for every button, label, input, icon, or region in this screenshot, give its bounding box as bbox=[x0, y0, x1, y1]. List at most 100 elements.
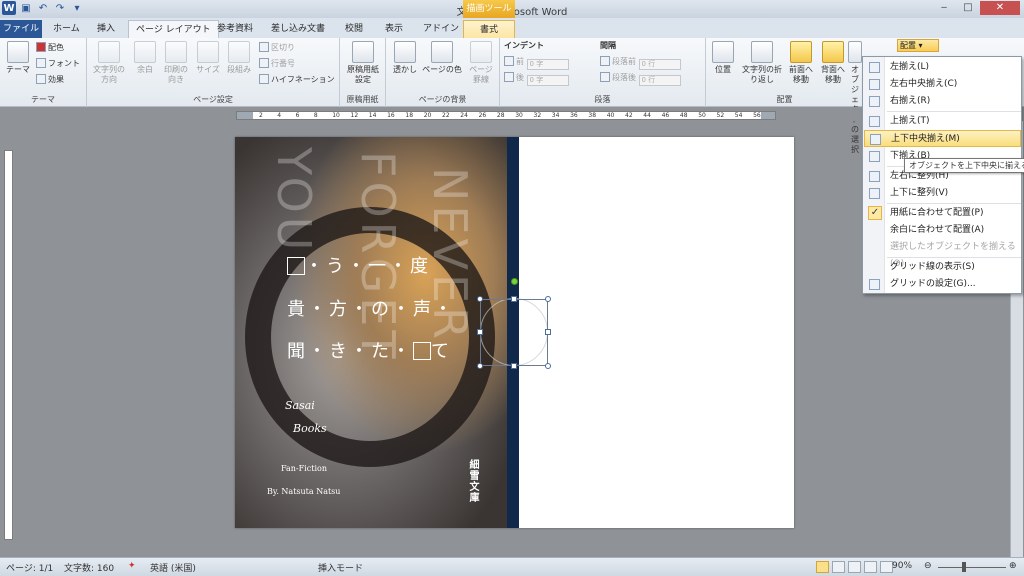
menu-align-to-page[interactable]: ✓ 用紙に合わせて配置(P) bbox=[864, 205, 1021, 222]
wrap-text-button[interactable]: 文字列の折り返し bbox=[740, 41, 784, 85]
outline-view-button[interactable] bbox=[864, 561, 877, 573]
horizontal-ruler[interactable]: 2 4 6 8 10 12 14 16 18 20 22 24 26 28 30 32 34 36 38 40 42 44… bbox=[236, 111, 776, 120]
proofing-icon[interactable]: ✦ bbox=[128, 561, 136, 571]
status-page[interactable]: ページ: 1/1 bbox=[6, 561, 53, 574]
ruler-number: 38 bbox=[588, 112, 597, 119]
align-top-icon bbox=[869, 116, 880, 127]
minimize-button[interactable]: ‒ bbox=[932, 1, 956, 15]
poem-line-2: 貴・方・の・声・ bbox=[287, 299, 455, 320]
selection-pane-icon bbox=[848, 41, 862, 63]
text-direction-button[interactable]: 文字列の方向 bbox=[91, 41, 127, 85]
page-borders-button[interactable]: ページ罫線 bbox=[466, 41, 496, 85]
manuscript-settings-button[interactable]: 原稿用紙設定 bbox=[344, 41, 382, 85]
menu-show-gridlines[interactable]: グリッド線の表示(S) bbox=[864, 259, 1021, 276]
tab-review[interactable]: 校閲 bbox=[338, 20, 370, 38]
theme-colors-button[interactable]: 配色 bbox=[36, 42, 64, 54]
menu-align-middle[interactable]: 上下中央揃え(M) bbox=[864, 130, 1021, 147]
tab-mailings[interactable]: 差し込み文書 bbox=[264, 20, 332, 38]
rotation-handle[interactable] bbox=[511, 278, 518, 285]
resize-handle-nw[interactable] bbox=[477, 296, 483, 302]
hyphenation-button[interactable]: ハイフネーション bbox=[259, 74, 335, 86]
ruler-right-margin[interactable] bbox=[761, 112, 775, 119]
watermark-button[interactable]: 透かし bbox=[390, 41, 420, 75]
tab-insert[interactable]: 挿入 bbox=[90, 20, 122, 38]
status-zoom[interactable]: 90% bbox=[892, 561, 912, 571]
breaks-button[interactable]: 区切り bbox=[259, 42, 295, 54]
resize-handle-se[interactable] bbox=[545, 363, 551, 369]
spacing-after-field[interactable]: 0 行 bbox=[638, 75, 681, 86]
status-language[interactable]: 英語 (米国) bbox=[150, 561, 196, 574]
grid-settings-icon bbox=[869, 279, 880, 290]
menu-distribute-vertical[interactable]: 上下に整列(V) bbox=[864, 185, 1021, 202]
resize-handle-n[interactable] bbox=[511, 296, 517, 302]
spacing-before-label: 段落前 bbox=[612, 57, 636, 66]
tab-view[interactable]: 表示 bbox=[378, 20, 410, 38]
zoom-in-icon[interactable]: ⊕ bbox=[1009, 561, 1017, 571]
poem-box-1 bbox=[287, 257, 305, 275]
status-insert-mode[interactable]: 挿入モード bbox=[318, 561, 363, 574]
tab-format[interactable]: 書式 bbox=[463, 20, 515, 38]
columns-button[interactable]: 段組み bbox=[225, 41, 253, 75]
orientation-button[interactable]: 印刷の向き bbox=[161, 41, 191, 85]
tab-addins[interactable]: アドイン bbox=[416, 20, 466, 38]
position-button[interactable]: 位置 bbox=[710, 41, 736, 75]
tab-references[interactable]: 参考資料 bbox=[210, 20, 260, 38]
status-word-count[interactable]: 文字数: 160 bbox=[64, 561, 114, 574]
cover-script-1: Sasai bbox=[285, 399, 315, 412]
ruler-number: 8 bbox=[313, 112, 318, 119]
maximize-button[interactable]: □ bbox=[956, 1, 980, 15]
vertical-ruler[interactable] bbox=[4, 150, 13, 540]
theme-button[interactable]: テーマ bbox=[4, 41, 32, 75]
send-backward-button[interactable]: 背面へ移動 bbox=[818, 41, 848, 85]
zoom-slider[interactable] bbox=[938, 567, 1006, 568]
zoom-out-icon[interactable]: ⊖ bbox=[924, 561, 932, 571]
web-layout-view-button[interactable] bbox=[848, 561, 861, 573]
theme-fonts-button[interactable]: フォント bbox=[36, 58, 80, 70]
group-label-theme: テーマ bbox=[31, 95, 55, 104]
ruler-number: 44 bbox=[643, 112, 651, 119]
ruler-left-margin[interactable] bbox=[237, 112, 253, 119]
theme-effects-button[interactable]: 効果 bbox=[36, 74, 64, 86]
bring-forward-button[interactable]: 前面へ移動 bbox=[786, 41, 816, 85]
resize-handle-ne[interactable] bbox=[545, 296, 551, 302]
line-numbers-button[interactable]: 行番号 bbox=[259, 58, 295, 70]
ruler-number: 50 bbox=[698, 112, 706, 119]
size-button[interactable]: サイズ bbox=[195, 41, 221, 75]
cover-image[interactable]: YOU FORGET NEVER ・う・一・度 貴・方・の・声・ 聞・き・た・て… bbox=[235, 137, 507, 528]
group-label-manuscript: 原稿用紙 bbox=[346, 95, 379, 104]
indent-right-field[interactable]: 0 字 bbox=[526, 75, 569, 86]
ruler-number: 20 bbox=[423, 112, 432, 119]
print-layout-view-button[interactable] bbox=[816, 561, 829, 573]
resize-handle-s[interactable] bbox=[511, 363, 517, 369]
window-controls: ‒ □ ✕ bbox=[932, 1, 1020, 15]
spacing-before-field[interactable]: 0 行 bbox=[638, 59, 681, 70]
page-color-icon bbox=[431, 41, 453, 63]
indent-left-field[interactable]: 0 字 bbox=[526, 59, 569, 70]
margins-button[interactable]: 余白 bbox=[133, 41, 157, 75]
menu-align-top-label: 上揃え(T) bbox=[890, 116, 930, 126]
selection-box[interactable] bbox=[480, 299, 548, 366]
full-screen-view-button[interactable] bbox=[832, 561, 845, 573]
position-icon bbox=[712, 41, 734, 63]
bring-forward-label: 前面へ移動 bbox=[789, 65, 813, 84]
page-color-button[interactable]: ページの色 bbox=[422, 41, 462, 75]
menu-align-left[interactable]: 左揃え(L) bbox=[864, 59, 1021, 76]
zoom-slider-thumb[interactable] bbox=[962, 562, 966, 572]
ruler-number: 48 bbox=[679, 112, 688, 119]
tab-home[interactable]: ホーム bbox=[46, 20, 87, 38]
align-dropdown-button[interactable]: 配置 ▾ bbox=[897, 39, 939, 52]
ruler-number: 42 bbox=[625, 112, 633, 119]
menu-align-center[interactable]: 左右中央揃え(C) bbox=[864, 76, 1021, 93]
menu-align-right[interactable]: 右揃え(R) bbox=[864, 93, 1021, 110]
menu-align-selected[interactable]: 選択したオブジェクトを揃える(O) bbox=[864, 239, 1021, 269]
ruler-number: 6 bbox=[295, 112, 300, 119]
close-button[interactable]: ✕ bbox=[980, 1, 1020, 15]
tab-file[interactable]: ファイル bbox=[0, 20, 42, 38]
resize-handle-sw[interactable] bbox=[477, 363, 483, 369]
resize-handle-e[interactable] bbox=[545, 329, 551, 335]
menu-grid-settings[interactable]: グリッドの設定(G)... bbox=[864, 276, 1021, 293]
tab-page-layout[interactable]: ページ レイアウト bbox=[128, 20, 219, 38]
menu-align-to-margin[interactable]: 余白に合わせて配置(A) bbox=[864, 222, 1021, 239]
resize-handle-w[interactable] bbox=[477, 329, 483, 335]
menu-align-top[interactable]: 上揃え(T) bbox=[864, 113, 1021, 130]
